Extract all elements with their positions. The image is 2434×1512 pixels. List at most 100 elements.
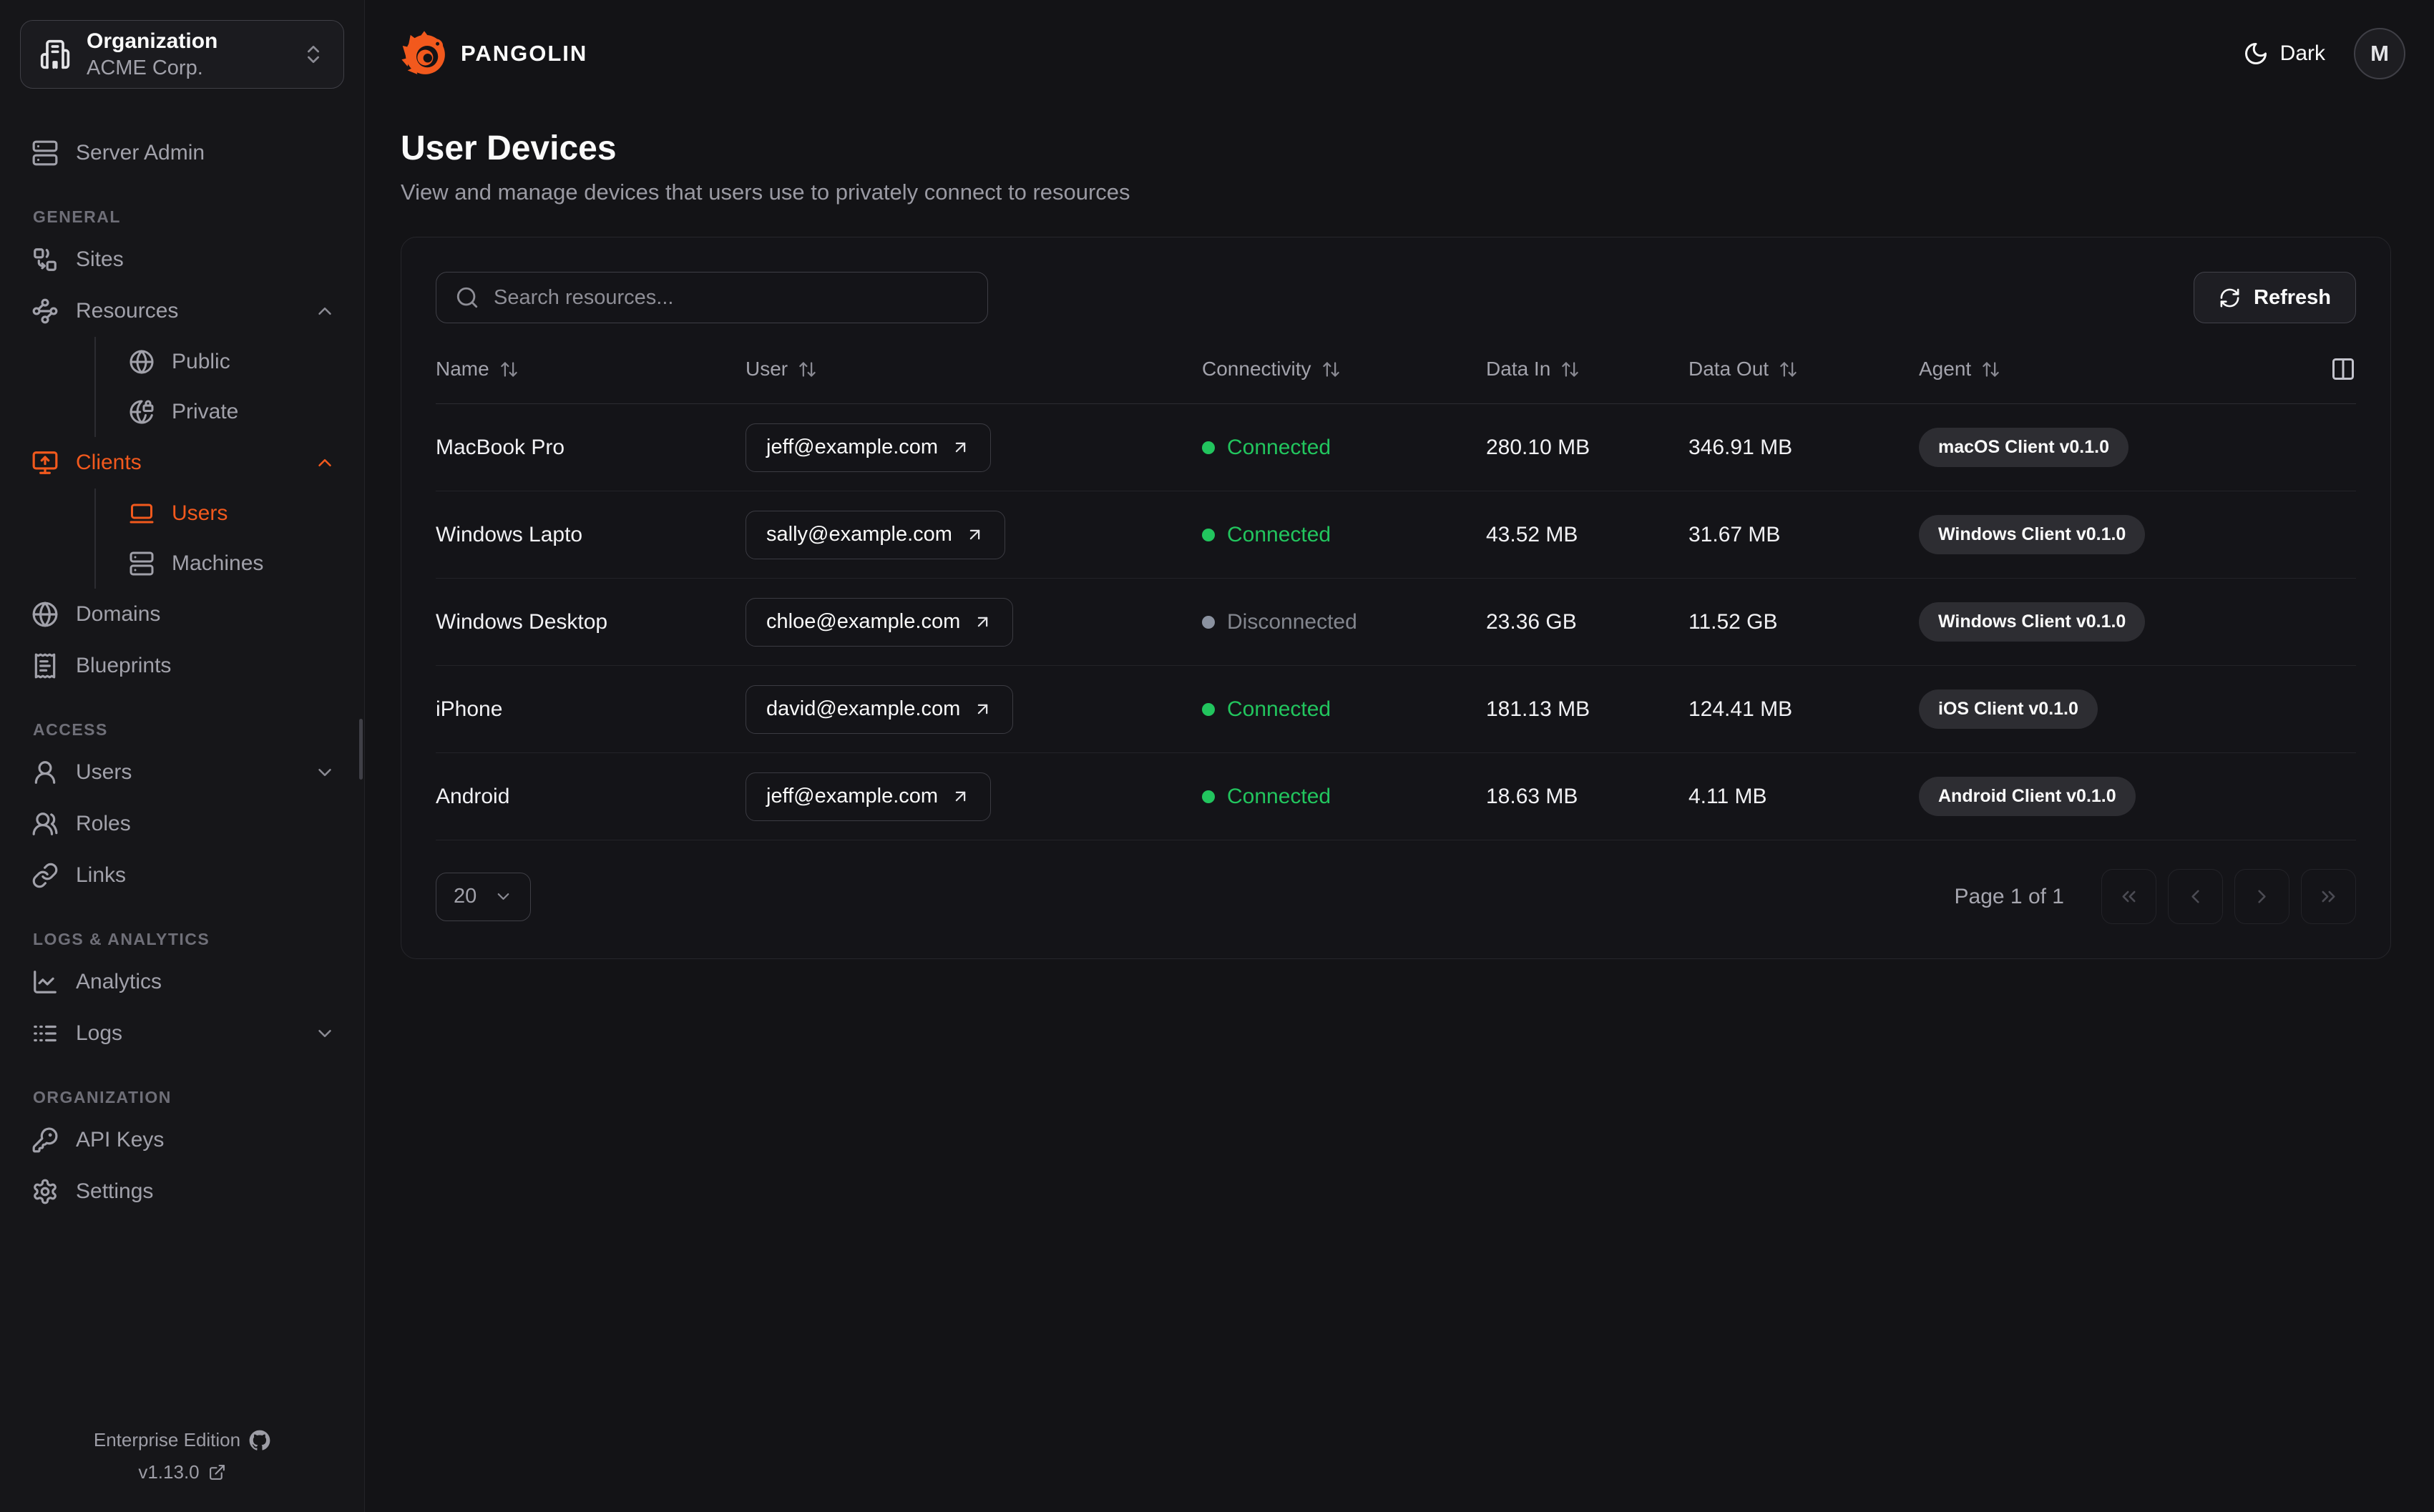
organization-label: Organization [87,29,218,53]
sort-icon [1981,360,2000,379]
globe-lock-icon [129,399,155,425]
card-footer: 20 Page 1 of 1 [436,869,2356,924]
data-out-value: 124.41 MB [1688,697,1793,721]
sidebar: Organization ACME Corp. Server Admin GEN… [0,0,365,1512]
agent-badge: Android Client v0.1.0 [1919,777,2136,816]
chevron-down-icon [494,887,513,906]
data-out-value: 11.52 GB [1688,609,1778,634]
column-header-data-out[interactable]: Data Out [1688,358,1919,381]
sidebar-item-public[interactable]: Public [129,337,336,387]
sidebar-item-settings[interactable]: Settings [31,1166,336,1217]
column-header-connectivity[interactable]: Connectivity [1202,358,1486,381]
sidebar-item-private[interactable]: Private [129,387,336,437]
page-size-select[interactable]: 20 [436,872,532,921]
agent-badge: Windows Client v0.1.0 [1919,515,2146,554]
server-icon [31,139,59,167]
main-area: PANGOLIN Dark M User Devices View and ma… [365,0,2434,1512]
sidebar-item-links[interactable]: Links [31,850,336,901]
device-name: MacBook Pro [436,435,565,459]
users-icon [31,810,59,838]
sidebar-item-resources[interactable]: Resources [31,285,336,337]
sidebar-footer: Enterprise Edition v1.13.0 [0,1429,364,1512]
next-page-button[interactable] [2234,869,2289,924]
status-dot [1202,790,1215,803]
chevron-up-icon [314,452,336,473]
search-icon [455,285,479,310]
organization-selector[interactable]: Organization ACME Corp. [20,20,344,89]
theme-toggle[interactable]: Dark [2243,41,2325,67]
globe-icon [129,349,155,375]
pangolin-logo-icon [401,31,445,74]
agent-badge: iOS Client v0.1.0 [1919,689,2098,729]
data-in-value: 280.10 MB [1486,435,1590,459]
section-label-logs-analytics: LOGS & ANALYTICS [33,930,210,948]
prev-page-button[interactable] [2168,869,2223,924]
receipt-icon [31,652,59,679]
column-visibility-icon[interactable] [2330,356,2356,382]
user-link-button[interactable]: sally@example.com [746,510,1005,559]
organization-value: ACME Corp. [87,56,203,79]
connectivity-status: Disconnected [1202,610,1357,634]
pangolin-brand[interactable]: PANGOLIN [401,30,587,77]
waypoints-icon [31,298,59,325]
chevrons-right-icon [2317,885,2340,908]
refresh-icon [2219,287,2241,309]
sidebar-item-sites[interactable]: Sites [31,234,336,285]
search-input[interactable] [494,285,969,310]
user-link-button[interactable]: david@example.com [746,684,1014,734]
last-page-button[interactable] [2301,869,2356,924]
user-link-button[interactable]: jeff@example.com [746,423,992,472]
table-header: Name User Connectivity Data In Data Out [436,356,2356,404]
theme-label: Dark [2279,41,2325,65]
clients-subgroup: Users Machines [94,489,336,589]
data-in-value: 18.63 MB [1486,784,1578,808]
first-page-button[interactable] [2101,869,2156,924]
sidebar-item-api-keys[interactable]: API Keys [31,1114,336,1166]
edition-link[interactable]: Enterprise Edition [94,1429,270,1451]
column-header-name[interactable]: Name [436,358,746,381]
chart-line-icon [31,968,59,996]
globe-icon [31,601,59,628]
sidebar-item-machines[interactable]: Machines [129,539,336,589]
sidebar-nav: Server Admin GENERAL Sites Resources Pub… [0,109,364,1429]
sites-icon [31,246,59,273]
sidebar-item-clients[interactable]: Clients [31,437,336,489]
user-link-button[interactable]: chloe@example.com [746,597,1014,647]
refresh-button[interactable]: Refresh [2194,272,2356,323]
column-header-agent[interactable]: Agent [1919,358,2312,381]
sort-icon [1321,360,1341,379]
brand-name: PANGOLIN [461,41,588,66]
sidebar-item-logs[interactable]: Logs [31,1008,336,1059]
column-header-user[interactable]: User [746,358,1202,381]
sidebar-item-client-users[interactable]: Users [129,489,336,539]
page-status: Page 1 of 1 [1954,884,2064,908]
data-in-value: 43.52 MB [1486,522,1578,546]
github-icon [249,1430,270,1451]
gear-icon [31,1178,59,1205]
table-row: Android jeff@example.com Connected 18.63… [436,753,2356,840]
sidebar-scrollbar[interactable] [359,719,363,780]
server-icon [129,551,155,576]
page-subtitle: View and manage devices that users use t… [401,180,1130,205]
chevron-down-icon [314,762,336,783]
sidebar-item-domains[interactable]: Domains [31,589,336,640]
sidebar-item-analytics[interactable]: Analytics [31,956,336,1008]
data-out-value: 346.91 MB [1688,435,1793,459]
column-header-data-in[interactable]: Data In [1486,358,1688,381]
chevron-right-icon [2251,885,2273,908]
sidebar-item-blueprints[interactable]: Blueprints [31,640,336,692]
table-body: MacBook Pro jeff@example.com Connected 2… [436,404,2356,840]
user-link-button[interactable]: jeff@example.com [746,772,992,821]
chevrons-left-icon [2118,885,2140,908]
chevron-down-icon [314,1023,336,1044]
monitor-up-icon [31,449,59,476]
table-row: iPhone david@example.com Connected 181.1… [436,666,2356,753]
sidebar-item-roles[interactable]: Roles [31,798,336,850]
logs-icon [31,1020,59,1047]
version-link[interactable]: v1.13.0 [138,1461,225,1483]
sidebar-item-users[interactable]: Users [31,747,336,798]
avatar[interactable]: M [2354,28,2405,79]
sidebar-item-server-admin[interactable]: Server Admin [31,127,336,179]
chevron-up-icon [314,300,336,322]
data-out-value: 31.67 MB [1688,522,1781,546]
